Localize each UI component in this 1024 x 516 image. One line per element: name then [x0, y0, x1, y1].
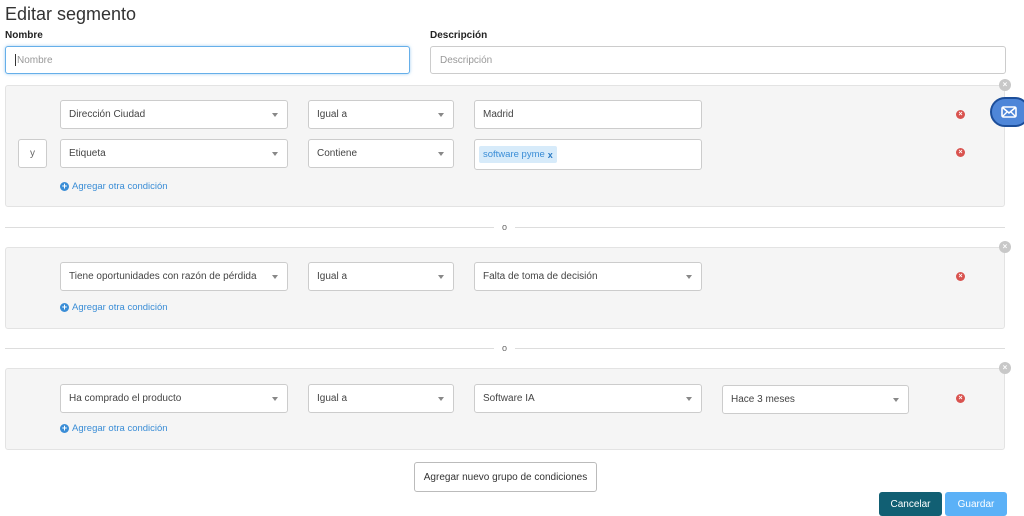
operator-select[interactable]: Contiene: [308, 139, 454, 168]
remove-condition-icon[interactable]: ×: [956, 272, 965, 281]
close-circle-icon[interactable]: ×: [999, 79, 1011, 91]
caret-down-icon: [272, 152, 278, 156]
operator-select[interactable]: Igual a: [308, 100, 454, 129]
tags-input[interactable]: software pyme x: [474, 139, 702, 170]
value-select[interactable]: Software IA: [474, 384, 702, 413]
caret-down-icon: [438, 275, 444, 279]
cancel-button[interactable]: Cancelar: [879, 492, 942, 516]
name-placeholder: Nombre: [17, 54, 53, 66]
add-group-button[interactable]: Agregar nuevo grupo de condiciones: [414, 462, 597, 492]
operator-select-value: Igual a: [317, 271, 348, 282]
tag-remove-icon[interactable]: x: [548, 150, 553, 160]
operator-select-value: Igual a: [317, 393, 348, 404]
remove-condition-icon[interactable]: ×: [956, 148, 965, 157]
add-condition-label: Agregar otra condición: [72, 181, 168, 192]
period-select-value: Hace 3 meses: [731, 394, 795, 405]
envelope-icon: [1001, 106, 1017, 118]
caret-down-icon: [686, 275, 692, 279]
value-input-text: Madrid: [483, 109, 514, 120]
name-label: Nombre: [5, 30, 43, 41]
name-input[interactable]: Nombre: [5, 46, 410, 74]
tag-chip: software pyme x: [479, 146, 557, 163]
field-select-value: Dirección Ciudad: [69, 109, 146, 120]
caret-down-icon: [438, 113, 444, 117]
field-select[interactable]: Tiene oportunidades con razón de pérdida: [60, 262, 288, 291]
value-input[interactable]: Madrid: [474, 100, 702, 129]
field-select[interactable]: Etiqueta: [60, 139, 288, 168]
caret-down-icon: [438, 152, 444, 156]
caret-down-icon: [686, 397, 692, 401]
value-select-value: Software IA: [483, 393, 535, 404]
description-input[interactable]: Descripción: [430, 46, 1006, 74]
close-circle-icon[interactable]: ×: [999, 241, 1011, 253]
caret-down-icon: [272, 275, 278, 279]
close-circle-icon[interactable]: ×: [999, 362, 1011, 374]
field-select[interactable]: Dirección Ciudad: [60, 100, 288, 129]
caret-down-icon: [272, 113, 278, 117]
add-condition-link[interactable]: + Agregar otra condición: [60, 181, 168, 192]
mail-widget-button[interactable]: [990, 97, 1024, 127]
add-condition-link[interactable]: + Agregar otra condición: [60, 302, 168, 313]
value-select-value: Falta de toma de decisión: [483, 271, 598, 282]
field-select-value: Tiene oportunidades con razón de pérdida: [69, 271, 257, 282]
remove-condition-icon[interactable]: ×: [956, 110, 965, 119]
separator-or: o: [494, 222, 516, 232]
save-button[interactable]: Guardar: [945, 492, 1007, 516]
caret-down-icon: [438, 397, 444, 401]
field-select[interactable]: Ha comprado el producto: [60, 384, 288, 413]
description-placeholder: Descripción: [440, 54, 493, 66]
operator-select[interactable]: Igual a: [308, 384, 454, 413]
page-title: Editar segmento: [5, 4, 137, 24]
operator-select-value: Igual a: [317, 109, 348, 120]
operator-select-value: Contiene: [317, 148, 358, 159]
tag-label: software pyme: [483, 149, 545, 160]
add-condition-label: Agregar otra condición: [72, 302, 168, 313]
caret-down-icon: [272, 397, 278, 401]
description-label: Descripción: [430, 30, 488, 41]
value-select[interactable]: Falta de toma de decisión: [474, 262, 702, 291]
field-select-value: Etiqueta: [69, 148, 106, 159]
caret-down-icon: [893, 398, 899, 402]
plus-circle-icon: +: [60, 423, 69, 433]
period-select[interactable]: Hace 3 meses: [722, 385, 909, 414]
plus-circle-icon: +: [60, 181, 69, 191]
operator-select[interactable]: Igual a: [308, 262, 454, 291]
add-condition-link[interactable]: + Agregar otra condición: [60, 423, 168, 434]
remove-condition-icon[interactable]: ×: [956, 394, 965, 403]
connector-y: y: [18, 139, 47, 168]
field-select-value: Ha comprado el producto: [69, 393, 182, 404]
plus-circle-icon: +: [60, 302, 69, 312]
separator-or: o: [494, 343, 516, 353]
add-condition-label: Agregar otra condición: [72, 423, 168, 434]
